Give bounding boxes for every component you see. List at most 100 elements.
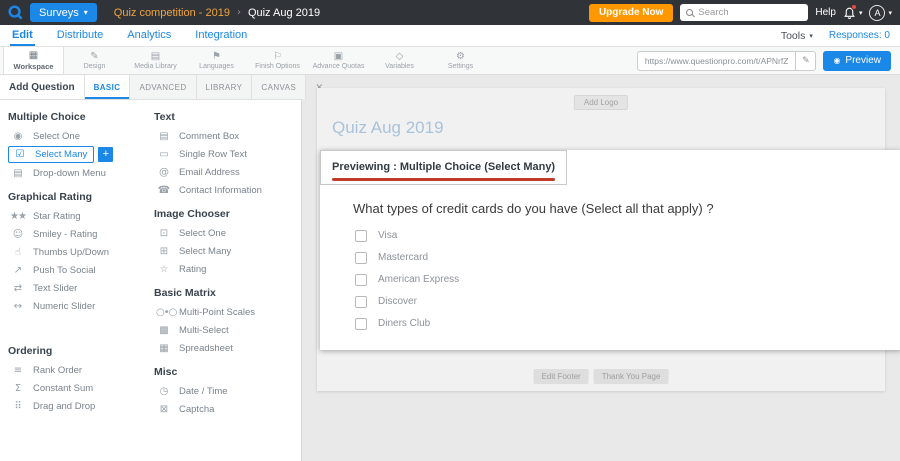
tab-canvas[interactable]: CANVAS [251,75,305,99]
tab-basic[interactable]: BASIC [84,75,130,99]
qtype-numeric-slider[interactable]: ↔ Numeric Slider [8,297,148,315]
responses-count[interactable]: Responses: 0 [829,30,890,41]
finish-options-icon: ⚐ [273,52,282,62]
qtype-date-time[interactable]: ◷ Date / Time [154,382,293,400]
tab-integration[interactable]: Integration [193,25,249,46]
qtype-image-rating[interactable]: ☆ Rating [154,260,293,278]
slider-icon: ⇄ [10,283,25,294]
chevron-down-icon: ▾ [809,32,813,40]
qtype-single-row-text[interactable]: ▭ Single Row Text [154,145,293,163]
answer-option-row[interactable]: Discover [355,296,900,308]
checkbox[interactable] [355,318,367,330]
thank-you-page-button[interactable]: Thank You Page [594,369,669,384]
sidebar-tabs: BASIC ADVANCED LIBRARY CANVAS × [84,75,333,99]
account-menu[interactable]: A ▾ [869,5,892,21]
topbar-search[interactable] [680,4,808,21]
notification-dot [851,4,857,10]
checkbox[interactable] [355,296,367,308]
toolbar-item-workspace[interactable]: ▦ Workspace [3,47,64,74]
qtype-constant-sum[interactable]: Σ Constant Sum [8,379,148,397]
at-icon: @ [156,167,171,178]
qtype-label: Rating [179,264,206,275]
tools-menu[interactable]: Tools ▾ [781,30,813,42]
toolbar-item-label: Languages [199,63,234,70]
qtype-star-rating[interactable]: ★★ Star Rating [8,207,148,225]
toolbar-right: https://www.questionpro.com/t/APNrfZ ✎ ◉… [637,47,900,74]
qtype-select-one[interactable]: ◉ Select One [8,127,148,145]
checkbox[interactable] [355,274,367,286]
answer-option-row[interactable]: Diners Club [355,318,900,330]
section-heading-multiple-choice: Multiple Choice [8,111,148,123]
questionpro-logo[interactable] [8,5,23,20]
answer-option-row[interactable]: Visa [355,230,900,242]
breadcrumb-parent[interactable]: Quiz competition - 2019 [114,7,230,19]
toolbar-item-languages[interactable]: ⚑ Languages [186,47,247,74]
qtype-thumbs-up-down[interactable]: ☝ Thumbs Up/Down [8,243,148,261]
qtype-label: Captcha [179,404,214,415]
toolbar-item-label: Settings [448,63,473,70]
contact-icon: ☎ [156,185,171,196]
toolbar-item-finish-options[interactable]: ⚐ Finish Options [247,47,308,74]
section-heading-misc: Misc [154,366,293,378]
qtype-dropdown-menu[interactable]: ▤ Drop-down Menu [8,164,148,182]
tab-advanced[interactable]: ADVANCED [129,75,195,99]
sidebar-body: Multiple Choice ◉ Select One ☑ Select Ma… [0,100,301,461]
search-input[interactable] [698,7,802,18]
qtype-smiley-rating[interactable]: ☺ Smiley - Rating [8,225,148,243]
avatar: A [869,5,885,21]
preview-button[interactable]: ◉ Preview [823,51,891,71]
toolbar-item-advance-quotas[interactable]: ▣ Advance Quotas [308,47,369,74]
sidebar-header: Add Question BASIC ADVANCED LIBRARY CANV… [0,75,301,100]
help-link[interactable]: Help [815,7,836,18]
text-line-icon: ▭ [156,149,171,160]
add-select-many-button[interactable]: + [98,147,113,162]
checkbox[interactable] [355,252,367,264]
qtype-select-many-row: ☑ Select Many + [8,146,148,163]
previewing-header: Previewing : Multiple Choice (Select Man… [320,150,567,185]
checkbox-icon: ☑ [12,149,27,160]
survey-url[interactable]: https://www.questionpro.com/t/APNrfZ [638,52,796,70]
smiley-icon: ☺ [10,229,25,240]
upgrade-now-button[interactable]: Upgrade Now [589,4,673,22]
question-preview-panel: Previewing : Multiple Choice (Select Man… [320,150,900,350]
qtype-push-to-social[interactable]: ↗ Push To Social [8,261,148,279]
toolbar-item-design[interactable]: ✎ Design [64,47,125,74]
tab-analytics[interactable]: Analytics [125,25,173,46]
qtype-label: Spreadsheet [179,343,233,354]
surveys-menu-button[interactable]: Surveys ▾ [30,3,97,22]
toolbar-item-settings[interactable]: ⚙ Settings [430,47,491,74]
pencil-icon: ✎ [802,56,810,66]
qtype-label: Push To Social [33,265,96,276]
tab-edit[interactable]: Edit [10,25,35,46]
qtype-contact-information[interactable]: ☎ Contact Information [154,181,293,199]
qtype-spreadsheet[interactable]: ▦ Spreadsheet [154,339,293,357]
toolbar-item-media-library[interactable]: ▤ Media Library [125,47,186,74]
add-logo-button[interactable]: Add Logo [574,95,628,110]
notifications-button[interactable]: ▾ [843,6,863,19]
toolbar-item-variables[interactable]: ◇ Variables [369,47,430,74]
qtype-email-address[interactable]: @ Email Address [154,163,293,181]
qtype-image-select-many[interactable]: ⊞ Select Many [154,242,293,260]
main-nav: Edit Distribute Analytics Integration To… [0,25,900,47]
checkbox[interactable] [355,230,367,242]
qtype-captcha[interactable]: ⊠ Captcha [154,400,293,418]
tools-label: Tools [781,30,806,42]
qtype-drag-and-drop[interactable]: ⠿ Drag and Drop [8,397,148,415]
edit-url-button[interactable]: ✎ [795,52,815,70]
eye-icon: ◉ [833,56,840,65]
qtype-select-many[interactable]: ☑ Select Many [8,146,94,163]
tab-library[interactable]: LIBRARY [196,75,252,99]
qtype-text-slider[interactable]: ⇄ Text Slider [8,279,148,297]
edit-footer-button[interactable]: Edit Footer [534,369,589,384]
answer-option-row[interactable]: American Express [355,274,900,286]
qtype-image-select-one[interactable]: ⊡ Select One [154,224,293,242]
clock-icon: ◷ [156,386,171,397]
qtype-multi-point-scales[interactable]: ○•○ Multi-Point Scales [154,303,293,321]
qtype-comment-box[interactable]: ▤ Comment Box [154,127,293,145]
qtype-rank-order[interactable]: ≡ Rank Order [8,361,148,379]
radio-icon: ◉ [10,131,25,142]
tab-distribute[interactable]: Distribute [55,25,105,46]
answer-option-row[interactable]: Mastercard [355,252,900,264]
toolbar-item-label: Workspace [14,62,54,71]
qtype-multi-select[interactable]: ▩ Multi-Select [154,321,293,339]
